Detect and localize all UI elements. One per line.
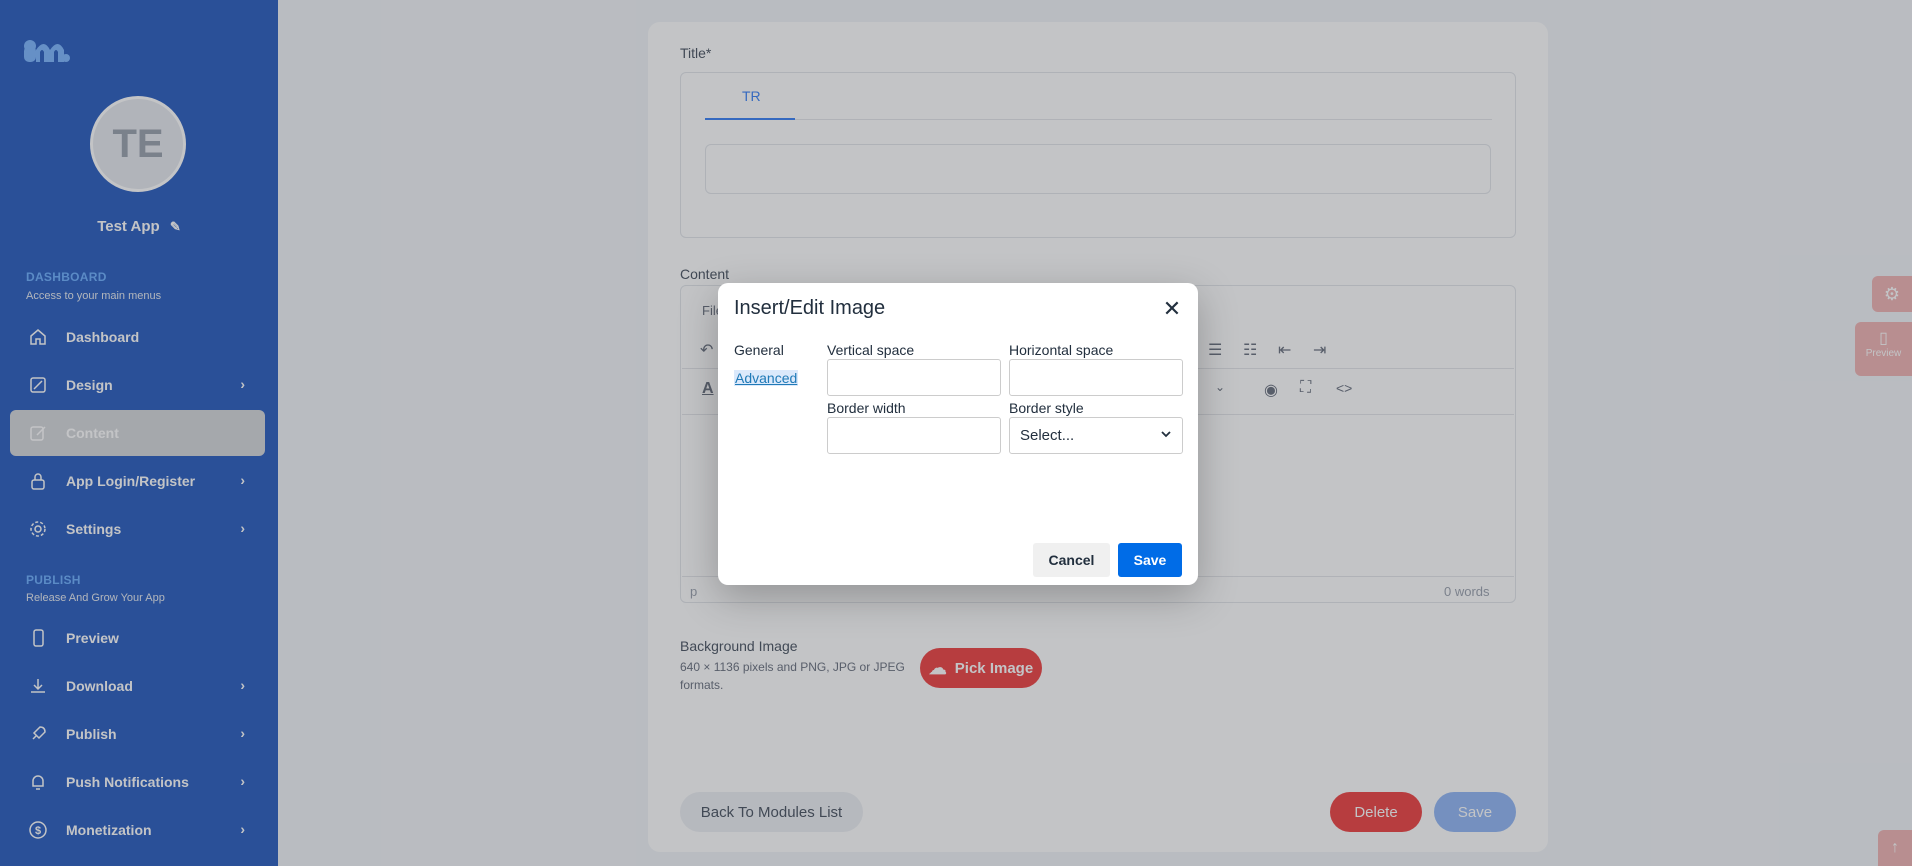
chevron-down-icon [1160,428,1172,443]
border-width-input[interactable] [827,417,1001,454]
horizontal-space-input[interactable] [1009,359,1183,396]
border-style-value: Select... [1020,427,1075,444]
border-style-select[interactable]: Select... [1009,417,1183,454]
tab-general[interactable]: General [734,342,784,358]
vertical-space-input[interactable] [827,359,1001,396]
cancel-button[interactable]: Cancel [1033,543,1110,577]
border-style-label: Border style [1009,400,1084,416]
tab-advanced[interactable]: Advanced [734,370,799,386]
close-icon[interactable]: ✕ [1158,295,1186,323]
horizontal-space-label: Horizontal space [1009,342,1114,358]
insert-edit-image-dialog: Insert/Edit Image ✕ General Advanced Ver… [718,283,1198,585]
border-width-label: Border width [827,400,906,416]
vertical-space-label: Vertical space [827,342,915,358]
dialog-save-button[interactable]: Save [1118,543,1182,577]
dialog-title: Insert/Edit Image [734,297,886,319]
